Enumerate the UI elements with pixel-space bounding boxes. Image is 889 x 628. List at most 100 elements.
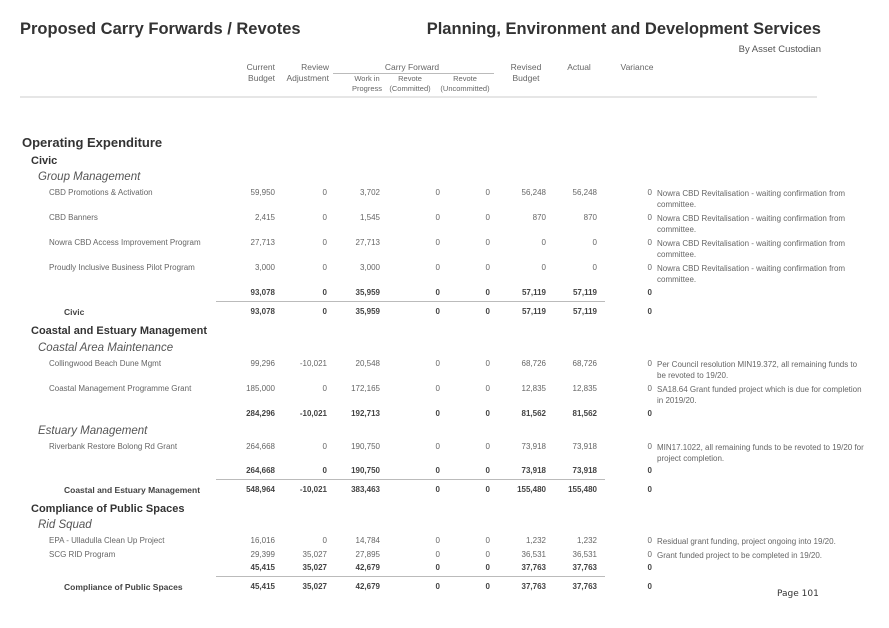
item-comment: Per Council resolution MIN19.372, all re… [657, 360, 858, 380]
report-title: Proposed Carry Forwards / Revotes [20, 20, 301, 38]
group-heading: Rid Squad [38, 519, 92, 531]
col-header-line: (Committed) [389, 84, 431, 93]
col-header-line: Revote [453, 74, 477, 83]
item-comment: MIN17.1022, all remaining funds to be re… [657, 443, 864, 463]
subtotal-rule [216, 479, 605, 480]
table-row: Riverbank Restore Bolong Rd Grant 264,668… [0, 442, 889, 463]
cell-value: 0 [647, 188, 652, 197]
group-subtotal-row: 93,078 0 35,959 0 0 57,119 57,119 0 [0, 288, 889, 300]
table-row: Proudly Inclusive Business Pilot Program… [0, 263, 889, 284]
group-subtotal-row: 264,668 0 190,750 0 0 73,918 73,918 0 [0, 466, 889, 478]
cell-value: 0 [647, 409, 652, 418]
cell-value: 81,562 [572, 409, 597, 418]
cell-value: 0 [647, 288, 652, 297]
cell-value: 0 [485, 563, 490, 572]
item-name: SCG RID Program [49, 550, 116, 559]
cell-value: 0 [322, 442, 327, 451]
cell-value: -10,021 [299, 409, 327, 418]
col-header-line: Budget [248, 73, 275, 83]
cell-value: 37,763 [572, 582, 597, 591]
cell-value: 0 [592, 238, 597, 247]
col-revised-budget: Revised Budget [505, 62, 547, 84]
cell-value: 172,165 [351, 384, 380, 393]
table-row: CBD Banners 2,415 0 1,545 0 0 870 870 0 Nowra CBD… [0, 213, 889, 234]
division-total-row: Coastal and Estuary Management 548,964 -10… [0, 485, 889, 497]
cell-value: 0 [485, 442, 490, 451]
col-current-budget: Current Budget [235, 62, 275, 84]
page-number: Page 101 [777, 589, 819, 599]
cell-value: 383,463 [351, 485, 380, 494]
cell-value: 59,950 [250, 188, 275, 197]
item-comment: Residual grant funding, project ongoing … [657, 537, 836, 546]
cell-value: 284,296 [246, 409, 275, 418]
cell-value: 27,713 [250, 238, 275, 247]
cell-value: 0 [322, 384, 327, 393]
item-name: Coastal Management Programme Grant [49, 384, 192, 393]
report-subtitle: By Asset Custodian [738, 44, 821, 55]
subtotal-rule [216, 576, 605, 577]
cell-value: 0 [647, 582, 652, 591]
item-name: Nowra CBD Access Improvement Program [49, 238, 201, 247]
col-header-line: Revised [510, 62, 542, 72]
cell-value: 0 [485, 288, 490, 297]
col-actual: Actual [567, 62, 591, 72]
header-divider [20, 96, 817, 98]
cell-value: 35,027 [302, 582, 327, 591]
cell-value: 0 [322, 263, 327, 272]
division-heading: Civic [31, 155, 58, 167]
cell-value: 548,964 [246, 485, 275, 494]
table-row: SCG RID Program 29,399 35,027 27,895 0 0 36,53… [0, 550, 889, 562]
division-heading: Coastal and Estuary Management [31, 325, 208, 337]
item-comment: SA18.64 Grant funded project which is du… [657, 385, 862, 405]
cell-value: 42,679 [355, 582, 380, 591]
cell-value: 870 [583, 213, 597, 222]
cell-value: 0 [322, 466, 327, 475]
cell-value: 73,918 [572, 466, 597, 475]
division-total-label: Civic [64, 307, 85, 317]
cell-value: 190,750 [351, 442, 380, 451]
cell-value: 93,078 [250, 307, 275, 316]
cell-value: 45,415 [250, 563, 275, 572]
group-heading: Group Management [38, 171, 141, 183]
cell-value: 0 [485, 466, 490, 475]
cell-value: 0 [485, 188, 490, 197]
item-name: CBD Banners [49, 213, 98, 222]
group-subtotal-row: 284,296 -10,021 192,713 0 0 81,562 81,562 0 [0, 409, 889, 421]
section-title: Operating Expenditure [22, 135, 163, 150]
cell-value: 264,668 [246, 442, 275, 451]
item-comment: Nowra CBD Revitalisation - waiting confi… [657, 189, 846, 209]
cell-value: 2,415 [254, 213, 275, 222]
cell-value: 0 [647, 263, 652, 272]
col-header-line: Revote [398, 74, 422, 83]
cell-value: 0 [322, 307, 327, 316]
cell-value: 155,480 [568, 485, 597, 494]
division-total-label: Coastal and Estuary Management [64, 485, 201, 495]
cell-value: 0 [485, 582, 490, 591]
cell-value: 264,668 [246, 466, 275, 475]
col-header-line: Adjustment [286, 73, 329, 83]
division-heading: Compliance of Public Spaces [31, 503, 185, 515]
item-name: Proudly Inclusive Business Pilot Program [49, 263, 195, 272]
cell-value: 0 [485, 409, 490, 418]
cell-value: 3,702 [359, 188, 380, 197]
cell-value: 0 [322, 188, 327, 197]
table-row: Nowra CBD Access Improvement Program 27,7… [0, 238, 889, 259]
col-header-line: Budget [512, 73, 540, 83]
cell-value: 27,713 [355, 238, 380, 247]
cell-value: 35,027 [302, 563, 327, 572]
group-subtotal-row: 45,415 35,027 42,679 0 0 37,763 37,763 0 [0, 563, 889, 575]
cell-value: 0 [647, 442, 652, 451]
cell-value: 0 [647, 466, 652, 475]
division-total-row: Civic 93,078 0 35,959 0 0 57,119 57,119 0 [0, 307, 889, 319]
cell-value: 1,545 [359, 213, 380, 222]
cell-value: 0 [647, 238, 652, 247]
col-header-line: Current [246, 62, 275, 72]
cell-value: 36,531 [572, 550, 597, 559]
table-row: EPA - Ulladulla Clean Up Project 16,016 0 1… [0, 536, 889, 548]
cell-value: 68,726 [572, 359, 597, 368]
table-row: Collingwood Beach Dune Mgmt 99,296 -10,021… [0, 359, 889, 380]
cell-value: 56,248 [572, 188, 597, 197]
cell-value: 0 [647, 307, 652, 316]
item-comment: Grant funded project to be completed in … [657, 551, 822, 560]
item-comment: Nowra CBD Revitalisation - waiting confi… [657, 214, 846, 234]
